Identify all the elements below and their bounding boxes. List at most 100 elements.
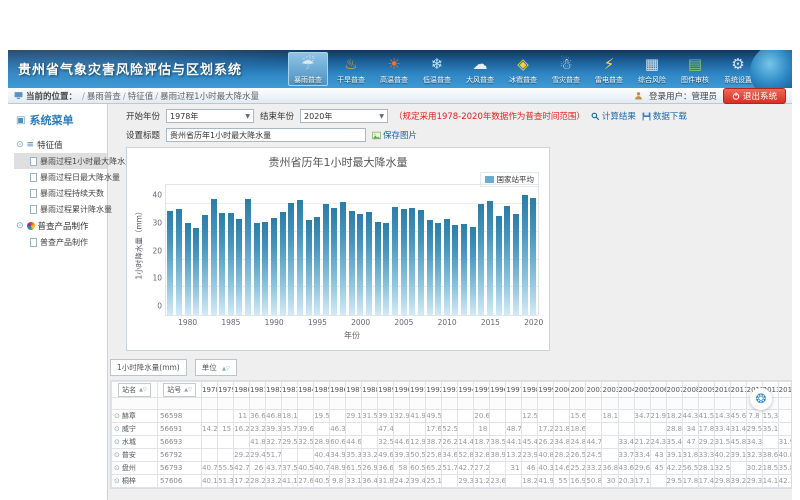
value-cell-1998: 18.2 [522, 475, 538, 488]
bar-1984[interactable] [219, 213, 225, 315]
row-expand-icon[interactable]: ⊙ [114, 451, 120, 459]
bar-2008[interactable] [427, 220, 433, 315]
bar-1993[interactable] [297, 200, 303, 315]
bar-2014[interactable] [478, 204, 484, 315]
tree-item-暴雨过程持续天数[interactable]: 暴雨过程持续天数 [14, 185, 107, 201]
bar-1979[interactable] [176, 209, 182, 315]
bar-1986[interactable] [236, 219, 242, 315]
station-name: 赫章 [122, 412, 136, 420]
bar-2007[interactable] [418, 210, 424, 315]
bar-1983[interactable] [211, 199, 217, 315]
nav-item-干旱普查[interactable]: ♨干旱普查 [331, 52, 371, 86]
col-header-year-2008: 2008 [682, 382, 698, 398]
value-cell-1981: 26 [250, 462, 266, 475]
bar-2017[interactable] [504, 206, 510, 315]
unit-filter[interactable]: 单位 ▲▽ [195, 359, 237, 376]
bar-1992[interactable] [288, 203, 294, 315]
end-year-select[interactable]: 2020年 ▼ [300, 109, 388, 123]
value-cell-1982: 33.2 [266, 475, 282, 488]
start-year-select[interactable]: 1978年 ▼ [166, 109, 254, 123]
bar-1989[interactable] [262, 222, 268, 315]
col-header-year-1996: 1996 [490, 382, 506, 398]
measure-filter[interactable]: 1小时降水量(mm) [110, 359, 187, 376]
nav-item-综合风险[interactable]: ▦综合风险 [632, 52, 672, 86]
tree-group-普查产品制作[interactable]: ⊙普查产品制作 [14, 217, 107, 234]
bar-2005[interactable] [401, 209, 407, 315]
tree-item-暴雨过程1小时最大降水量[interactable]: 暴雨过程1小时最大降水量 [14, 153, 107, 169]
chart-title-input[interactable] [166, 128, 366, 142]
bar-2016[interactable] [496, 216, 502, 315]
nav-item-雪灾普查[interactable]: ☃雪灾普查 [546, 52, 586, 86]
calc-result-button[interactable]: 计算结果 [591, 110, 636, 122]
bar-2004[interactable] [392, 207, 398, 315]
floating-theme-button[interactable]: ❂ [750, 388, 772, 410]
bar-1985[interactable] [228, 213, 234, 315]
bar-2002[interactable] [375, 222, 381, 315]
row-expand-icon[interactable]: ⊙ [114, 425, 120, 433]
bar-2001[interactable] [366, 212, 372, 315]
nav-item-大风普查[interactable]: ☁大风普查 [460, 52, 500, 86]
nav-item-低温普查[interactable]: ❄低温普查 [417, 52, 457, 86]
tree-item-暴雨过程日最大降水量[interactable]: 暴雨过程日最大降水量 [14, 169, 107, 185]
bar-2020[interactable] [530, 198, 536, 315]
breadcrumb-link[interactable]: 暴雨普查 [87, 92, 121, 102]
collapse-icon[interactable]: ⊙ [16, 140, 24, 150]
bar-2009[interactable] [435, 223, 441, 315]
bar-2011[interactable] [452, 225, 458, 315]
bar-1990[interactable] [271, 218, 277, 315]
bar-1996[interactable] [323, 204, 329, 315]
row-expand-icon[interactable]: ⊙ [114, 464, 120, 472]
bar-1987[interactable] [245, 199, 251, 315]
bar-2018[interactable] [513, 214, 519, 315]
logout-button[interactable]: 退出系统 [723, 88, 786, 104]
bar-2012[interactable] [461, 224, 467, 315]
end-year-label: 结束年份 [260, 110, 294, 122]
bar-1998[interactable] [340, 202, 346, 315]
breadcrumb-link[interactable]: 暴雨过程1小时最大降水量 [160, 92, 259, 102]
bar-2010[interactable] [444, 219, 450, 315]
bar-1981[interactable] [193, 228, 199, 315]
bar-1978[interactable] [167, 211, 173, 315]
y-tick-label: 0 [157, 302, 162, 311]
row-expand-icon[interactable]: ⊙ [114, 438, 120, 446]
filter-cell [218, 398, 234, 410]
row-expand-icon[interactable]: ⊙ [114, 477, 120, 485]
nav-item-冰雹普查[interactable]: ◈冰雹普查 [503, 52, 543, 86]
bar-2003[interactable] [383, 223, 389, 315]
station-id-cell: 57606 [158, 475, 202, 488]
collapse-icon[interactable]: ⊙ [16, 221, 24, 231]
bar-2006[interactable] [409, 208, 415, 315]
bar-2013[interactable] [470, 227, 476, 315]
save-image-label: 保存图片 [383, 129, 417, 141]
nav-item-label: 雪灾普查 [552, 75, 580, 85]
breadcrumb-link[interactable]: 特征值 [128, 92, 154, 102]
tree-item-暴雨过程累计降水量[interactable]: 暴雨过程累计降水量 [14, 201, 107, 217]
bar-1999[interactable] [349, 211, 355, 315]
bar-1997[interactable] [331, 208, 337, 315]
nav-item-高温普查[interactable]: ☀高温普查 [374, 52, 414, 86]
value-cell-1990: 32.9 [394, 410, 410, 423]
nav-item-雷电普查[interactable]: ⚡雷电普查 [589, 52, 629, 86]
bar-1982[interactable] [202, 215, 208, 315]
sort-station-name[interactable]: 站名▲▽ [118, 383, 151, 397]
tree-item-普查产品制作[interactable]: 普查产品制作 [14, 234, 107, 250]
value-cell-1981: 28.2 [250, 475, 266, 488]
tree-group-特征值[interactable]: ⊙≡特征值 [14, 136, 107, 153]
bar-1991[interactable] [280, 212, 286, 315]
col-header-year-1997: 1997 [506, 382, 522, 398]
nav-item-图件审核[interactable]: ▤图件审核 [675, 52, 715, 86]
data-download-button[interactable]: 数据下载 [642, 110, 687, 122]
bar-1995[interactable] [314, 217, 320, 315]
bar-2015[interactable] [487, 201, 493, 316]
sort-station-id[interactable]: 站号▲▽ [163, 383, 196, 397]
bar-1988[interactable] [254, 223, 260, 315]
bar-1980[interactable] [185, 223, 191, 315]
save-image-button[interactable]: 保存图片 [372, 129, 417, 141]
value-cell-1993: 34.6 [442, 449, 458, 462]
nav-item-暴雨普查[interactable]: ☔暴雨普查 [288, 52, 328, 86]
row-expand-icon[interactable]: ⊙ [114, 412, 120, 420]
bar-2000[interactable] [357, 214, 363, 315]
bar-2019[interactable] [522, 195, 528, 315]
bar-1994[interactable] [306, 220, 312, 315]
value-cell-1991: 50.5 [410, 449, 426, 462]
